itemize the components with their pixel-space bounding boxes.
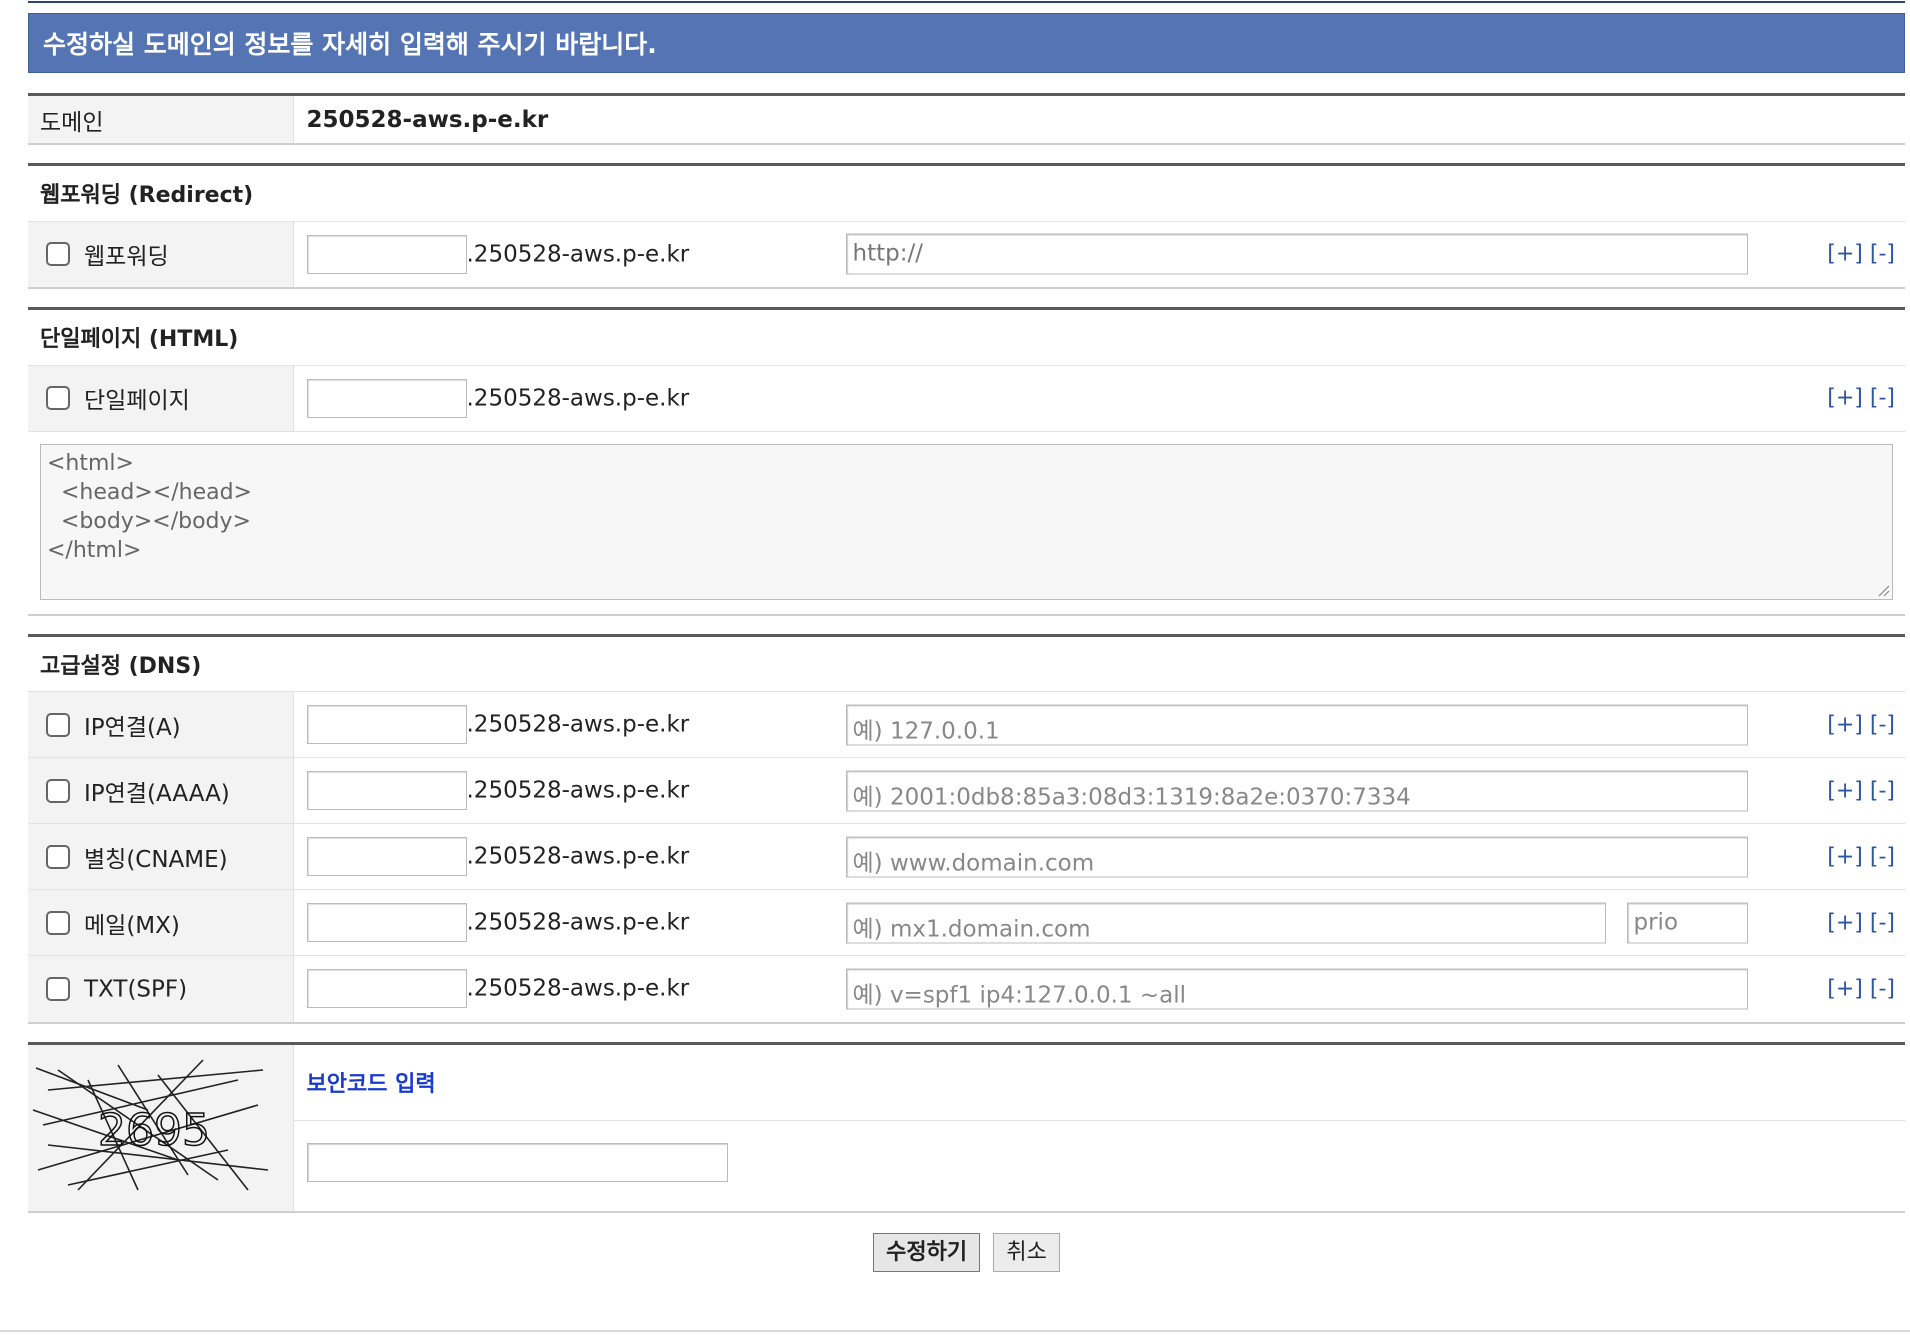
- html-content-textarea[interactable]: <html> <head></head> <body></body> </htm…: [40, 443, 1893, 600]
- dns-row-txt: TXT(SPF) .250528-aws.p-e.kr 예) v=spf1 ip…: [28, 955, 1905, 1022]
- dns-mx-label: 메일(MX): [84, 912, 180, 939]
- dns-mx-domain-suffix: .250528-aws.p-e.kr: [466, 909, 690, 936]
- captcha-input[interactable]: [306, 1143, 728, 1183]
- dns-cname-checkbox[interactable]: [46, 844, 70, 869]
- remove-row-button[interactable]: [-]: [1870, 712, 1895, 737]
- remove-row-button[interactable]: [-]: [1870, 910, 1895, 935]
- dns-cname-subdomain-input[interactable]: [306, 837, 467, 876]
- add-row-button[interactable]: [+]: [1827, 844, 1863, 869]
- html-page-row-controls: [+] [-]: [1827, 386, 1895, 411]
- banner-text: 수정하실 도메인의 정보를 자세히 입력해 주시기 바랍니다.: [43, 30, 657, 59]
- dns-cname-label: 별칭(CNAME): [84, 846, 228, 873]
- dns-mx-value-input[interactable]: 예) mx1.domain.com: [845, 902, 1606, 943]
- html-page-section: 단일페이지 (HTML) 단일페이지 .250528-aws.p-e.kr [+…: [28, 307, 1905, 616]
- dns-txt-checkbox[interactable]: [46, 977, 70, 1001]
- add-row-button[interactable]: [+]: [1827, 386, 1863, 411]
- dns-cname-domain-suffix: .250528-aws.p-e.kr: [466, 843, 690, 870]
- form-actions: 수정하기 취소: [28, 1232, 1905, 1272]
- instruction-banner: 수정하실 도메인의 정보를 자세히 입력해 주시기 바랍니다.: [28, 13, 1905, 73]
- dns-row-aaaa: IP연결(AAAA) .250528-aws.p-e.kr 예) 2001:0d…: [28, 757, 1905, 824]
- redirect-checkbox[interactable]: [46, 242, 70, 267]
- dns-aaaa-checkbox[interactable]: [46, 778, 70, 803]
- dns-aaaa-label: IP연결(AAAA): [84, 780, 230, 807]
- redirect-section: 웹포워딩 (Redirect) 웹포워딩 .250528-aws.p-e.kr …: [28, 163, 1905, 289]
- dns-txt-label: TXT(SPF): [84, 976, 188, 1002]
- dns-row-cname: 별칭(CNAME) .250528-aws.p-e.kr 예) www.doma…: [28, 823, 1905, 890]
- dns-a-domain-suffix: .250528-aws.p-e.kr: [466, 711, 690, 738]
- dns-txt-row-controls: [+] [-]: [1827, 976, 1895, 1001]
- dns-aaaa-subdomain-input[interactable]: [306, 771, 467, 810]
- redirect-subdomain-input[interactable]: [306, 234, 467, 274]
- dns-a-label: IP연결(A): [84, 714, 181, 741]
- add-row-button[interactable]: [+]: [1827, 778, 1863, 803]
- remove-row-button[interactable]: [-]: [1870, 976, 1895, 1001]
- dns-txt-domain-suffix: .250528-aws.p-e.kr: [466, 975, 690, 1002]
- add-row-button[interactable]: [+]: [1827, 976, 1863, 1001]
- html-page-section-title: 단일페이지 (HTML): [28, 310, 1905, 366]
- redirect-domain-suffix: .250528-aws.p-e.kr: [466, 241, 690, 268]
- remove-row-button[interactable]: [-]: [1870, 778, 1895, 803]
- add-row-button[interactable]: [+]: [1827, 910, 1863, 935]
- captcha-image: 2695: [32, 1058, 269, 1191]
- dns-cname-value-input[interactable]: 예) www.domain.com: [845, 836, 1748, 877]
- html-page-row: 단일페이지 .250528-aws.p-e.kr [+] [-]: [28, 365, 1905, 432]
- dns-a-value-input[interactable]: 예) 127.0.0.1: [845, 704, 1748, 745]
- domain-edit-form: 수정하실 도메인의 정보를 자세히 입력해 주시기 바랍니다. 도메인 2505…: [28, 0, 1905, 1272]
- cancel-button[interactable]: 취소: [993, 1232, 1060, 1272]
- redirect-section-title: 웹포워딩 (Redirect): [28, 166, 1905, 222]
- captcha-section: 2695 보안코드 입력: [28, 1041, 1905, 1213]
- bottom-divider: [0, 1330, 1910, 1332]
- dns-a-row-controls: [+] [-]: [1827, 712, 1895, 737]
- add-row-button[interactable]: [+]: [1827, 712, 1863, 737]
- html-page-domain-suffix: .250528-aws.p-e.kr: [466, 385, 690, 411]
- dns-aaaa-row-controls: [+] [-]: [1827, 778, 1895, 803]
- domain-value: 250528-aws.p-e.kr: [306, 106, 549, 133]
- html-content-text: <html> <head></head> <body></body> </htm…: [47, 450, 252, 563]
- dns-row-mx: 메일(MX) .250528-aws.p-e.kr 예) mx1.domain.…: [28, 889, 1905, 956]
- dns-a-checkbox[interactable]: [46, 712, 70, 737]
- html-page-subdomain-input[interactable]: [306, 378, 467, 418]
- remove-row-button[interactable]: [-]: [1870, 844, 1895, 869]
- redirect-row-controls: [+] [-]: [1827, 242, 1895, 267]
- domain-section: 도메인 250528-aws.p-e.kr: [28, 93, 1905, 145]
- dns-mx-row-controls: [+] [-]: [1827, 910, 1895, 935]
- dns-mx-priority-input[interactable]: prio: [1626, 902, 1748, 943]
- redirect-row: 웹포워딩 .250528-aws.p-e.kr http:// [+] [-]: [28, 221, 1905, 287]
- add-row-button[interactable]: [+]: [1827, 242, 1863, 267]
- redirect-label: 웹포워딩: [84, 244, 169, 271]
- dns-section-title: 고급설정 (DNS): [28, 636, 1905, 692]
- dns-a-subdomain-input[interactable]: [306, 705, 467, 744]
- dns-mx-checkbox[interactable]: [46, 910, 70, 935]
- dns-txt-subdomain-input[interactable]: [306, 969, 467, 1009]
- captcha-image-cell: 2695: [28, 1044, 294, 1211]
- dns-row-a: IP연결(A) .250528-aws.p-e.kr 예) 127.0.0.1 …: [28, 691, 1905, 758]
- submit-button[interactable]: 수정하기: [873, 1232, 981, 1272]
- dns-cname-row-controls: [+] [-]: [1827, 844, 1895, 869]
- dns-mx-subdomain-input[interactable]: [306, 903, 467, 942]
- remove-row-button[interactable]: [-]: [1870, 386, 1895, 411]
- dns-section: 고급설정 (DNS) IP연결(A) .250528-aws.p-e.kr 예)…: [28, 633, 1905, 1024]
- captcha-title: 보안코드 입력: [293, 1044, 1905, 1121]
- top-divider: [28, 0, 1905, 3]
- html-page-label: 단일페이지: [84, 388, 190, 414]
- redirect-url-input[interactable]: http://: [845, 233, 1748, 275]
- dns-txt-value-input[interactable]: 예) v=spf1 ip4:127.0.0.1 ~all: [845, 968, 1748, 1010]
- dns-aaaa-value-input[interactable]: 예) 2001:0db8:85a3:08d3:1319:8a2e:0370:73…: [845, 770, 1748, 811]
- resize-grip-icon[interactable]: [1876, 583, 1890, 597]
- dns-aaaa-domain-suffix: .250528-aws.p-e.kr: [466, 777, 690, 804]
- domain-label: 도메인: [28, 96, 294, 143]
- html-page-checkbox[interactable]: [46, 386, 70, 410]
- remove-row-button[interactable]: [-]: [1870, 242, 1895, 267]
- captcha-code: 2695: [98, 1105, 210, 1156]
